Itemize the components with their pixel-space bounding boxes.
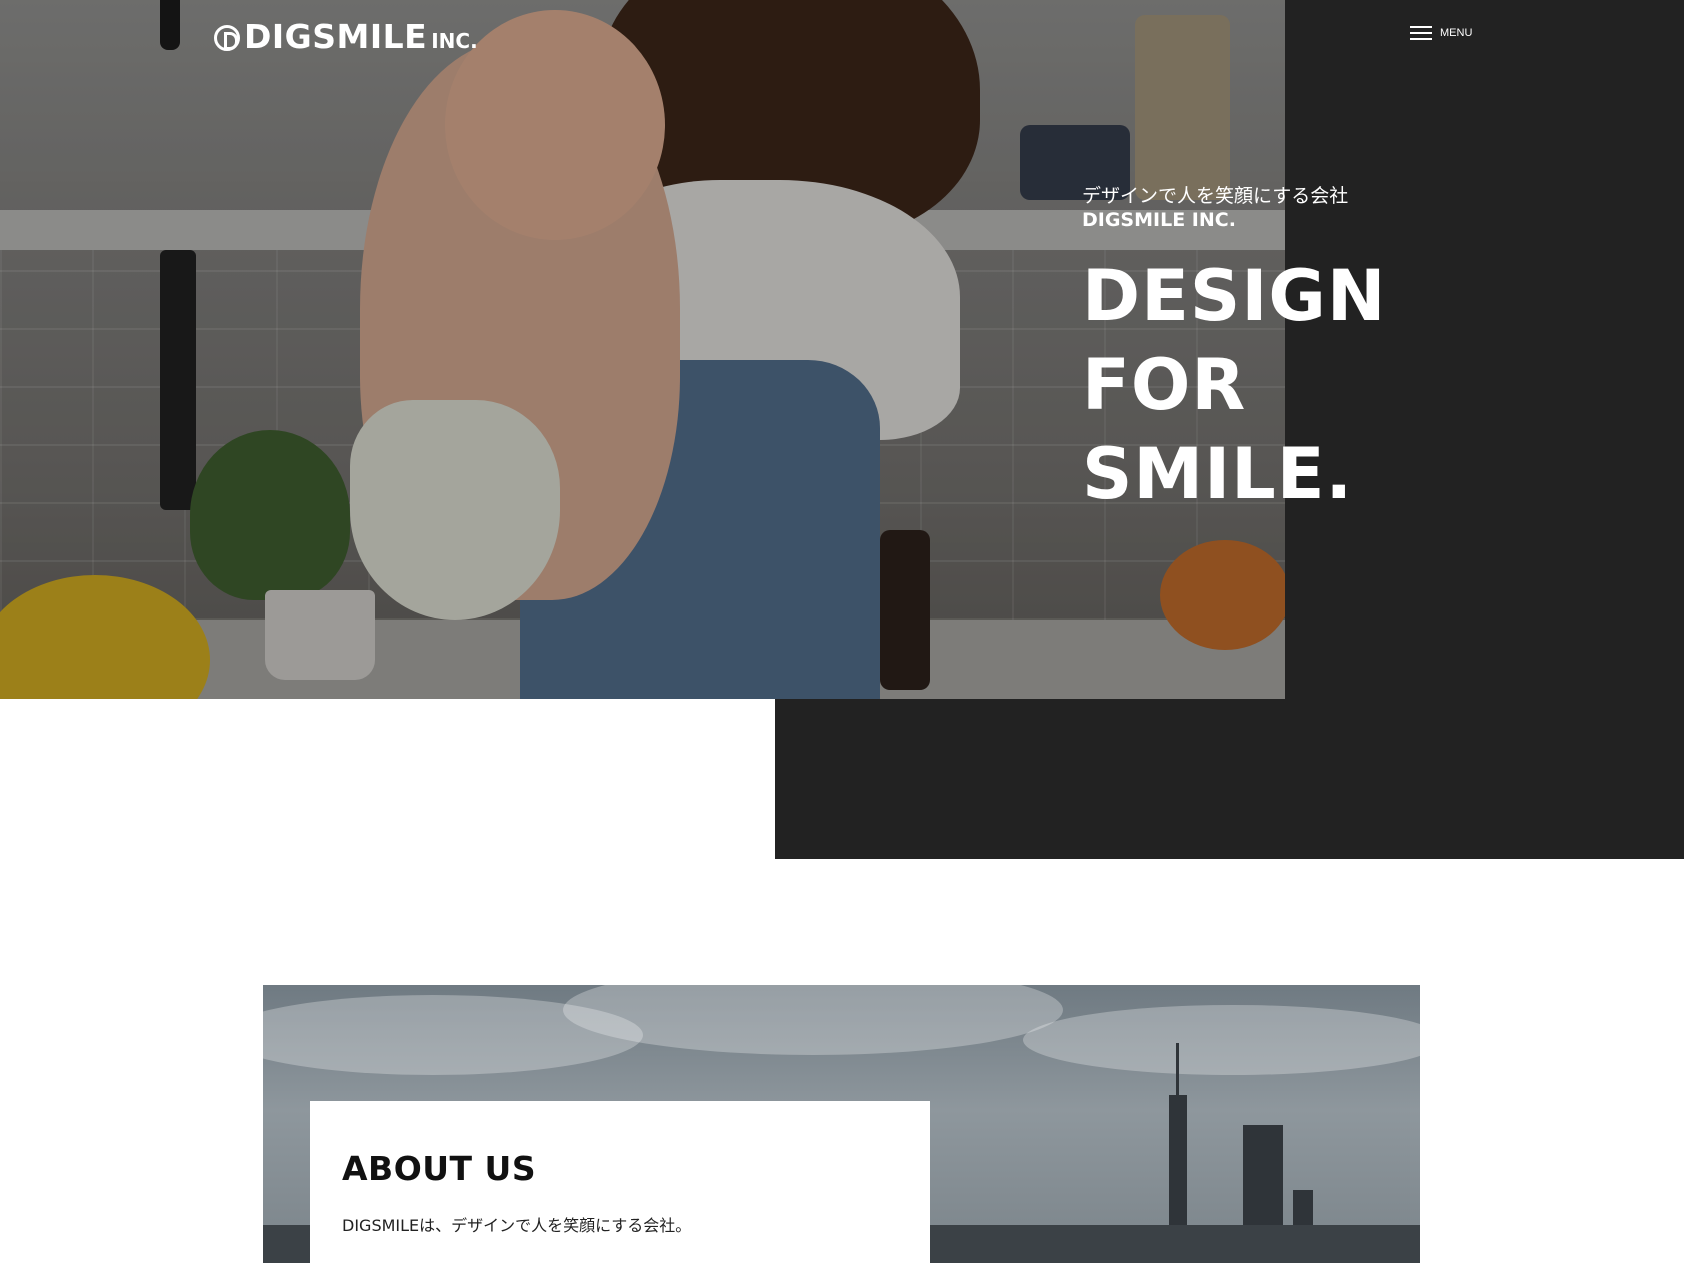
menu-button[interactable]: MENU	[1410, 26, 1472, 40]
logo-suffix: INC.	[431, 29, 478, 53]
about-card: ABOUT US DIGSMILEは、デザインで人を笑顔にする会社。	[310, 1101, 930, 1263]
hero-copy: デザインで人を笑顔にする会社 DIGSMILE INC. DESIGN FOR …	[1082, 184, 1386, 519]
site-logo[interactable]: DIGSMILE INC.	[214, 17, 478, 56]
hamburger-icon	[1410, 26, 1432, 40]
menu-label: MENU	[1440, 27, 1473, 39]
hero-title-line: FOR	[1082, 344, 1247, 426]
hero-tagline: デザインで人を笑顔にする会社	[1082, 185, 1349, 207]
logo-mark-icon	[214, 25, 240, 51]
logo-name: DIGSMILE	[244, 17, 428, 56]
hero-company-name: DIGSMILE INC.	[1082, 209, 1236, 231]
about-title: ABOUT US	[342, 1149, 537, 1188]
about-intro: DIGSMILEは、デザインで人を笑顔にする会社。	[342, 1216, 692, 1235]
hero-title: DESIGN FOR SMILE.	[1082, 252, 1386, 519]
hero-title-line: DESIGN	[1082, 255, 1387, 337]
hero-title-line: SMILE.	[1082, 433, 1354, 515]
